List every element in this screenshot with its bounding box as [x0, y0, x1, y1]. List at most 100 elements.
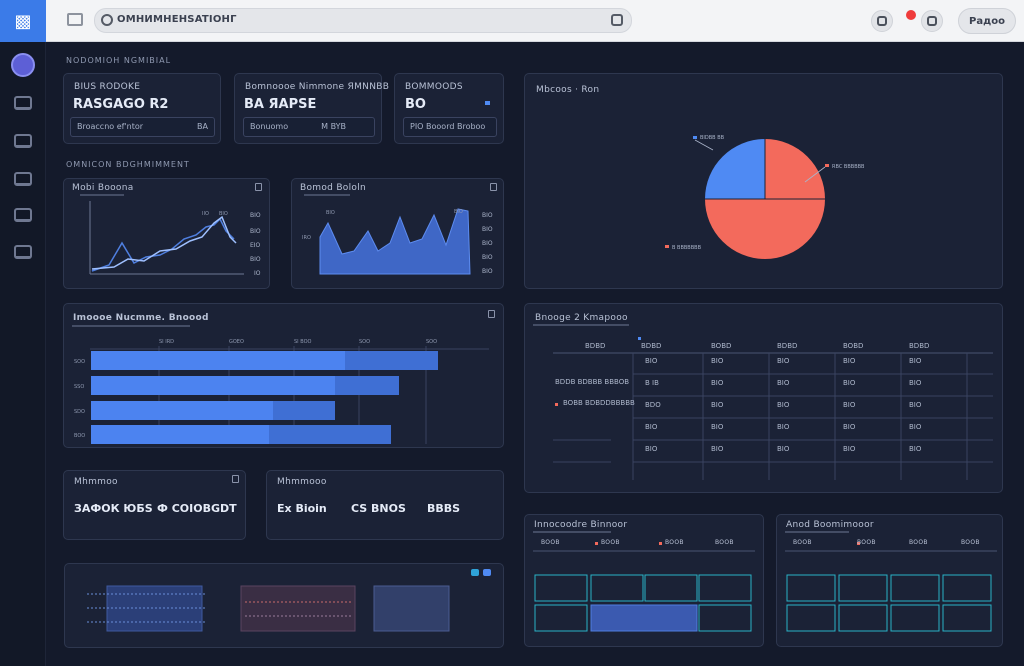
kpi-title: Mhmmoo [74, 477, 118, 487]
row-label: BOO [74, 433, 85, 439]
timeline-control[interactable] [471, 569, 479, 576]
tick-label: BIO [482, 268, 493, 275]
data-label: IIO [202, 211, 209, 217]
kpi-card: Mhmmooo Ex Bioin CS BNOS BBBS [266, 470, 504, 540]
table-cell-box [890, 574, 940, 602]
stat-filter-input[interactable]: Bonuomo M BYB [243, 117, 375, 137]
axis-tick-label: SI IRD [159, 339, 174, 345]
sidebar [0, 42, 46, 666]
pie-chart-card: Mbcoos · Ron BIDBB BB RBC BBBBBB B BBBBB… [524, 73, 1003, 289]
horizontal-bar-card: Imoooe Nucmme. Bnoood SI IRD GOEO SI BOO… [63, 303, 504, 448]
timeline-block [240, 585, 356, 632]
app-logo[interactable]: ▩ [0, 0, 46, 42]
settings-button[interactable] [921, 10, 943, 32]
table-cell: BIO [645, 445, 658, 453]
table-cell-box [838, 604, 888, 632]
kpi-title: Mhmmooo [277, 477, 327, 487]
stat-value: BA ЯAPSE [244, 97, 317, 112]
data-label: BIO [219, 211, 228, 217]
timeline-control[interactable] [483, 569, 491, 576]
mini-table-grid [533, 531, 755, 632]
bar [91, 401, 273, 420]
kpi-value: ЗАФОК ЮБS [74, 502, 153, 515]
stat-card: BOMMOODS BO PIO Booord Broboo [394, 73, 504, 144]
section-header: NODOMIOH NGMIBIAL [66, 56, 172, 65]
help-button[interactable] [871, 10, 893, 32]
table-cell: BIO [909, 401, 922, 409]
table-header: BDBD [909, 342, 930, 350]
stat-value: BO [405, 97, 426, 112]
expand-icon[interactable] [232, 475, 239, 483]
table-cell: BIO [777, 445, 790, 453]
sidebar-item-network-icon[interactable] [14, 245, 32, 259]
table-cell-box [698, 604, 752, 632]
pie-slice [765, 139, 825, 199]
sidebar-item-analytics-icon[interactable] [14, 172, 32, 186]
mini-table-card: Anod Boomimooor BOOB BOOB BOOB BOOB [776, 514, 1003, 647]
user-menu[interactable]: Радоо [958, 8, 1016, 34]
sidebar-item-users-icon[interactable] [14, 208, 32, 222]
table-cell-box [942, 574, 992, 602]
header-marker [659, 542, 662, 545]
legend-label: RBC BBBBBB [832, 164, 865, 170]
area-chart-card: Bomod Bololn BIO BIO BIO BIO BIO BIO BIO… [291, 178, 504, 289]
legend-swatch [693, 136, 697, 139]
table-cell: BIO [843, 357, 856, 365]
sidebar-item-dashboard-icon[interactable] [14, 96, 32, 110]
table-cell: BIO [843, 379, 856, 387]
table-cell-box [534, 574, 588, 602]
line-chart: BIO BIO EIO BIO IO IIO BIO [80, 194, 261, 277]
tick-label: BIO [250, 228, 261, 235]
axis-tick-label: GOEO [229, 339, 244, 345]
axis-tick-label: SOO [359, 339, 370, 345]
stat-title: Bomnoooe Nimmone ЯMNNBB [245, 82, 390, 92]
top-bar: ▩ ОМНИМНЕНSATIОНГ Радоо [0, 0, 1024, 42]
selected-cell[interactable] [590, 604, 698, 632]
tick-label: IO [254, 270, 261, 277]
timeline-panel [64, 563, 504, 648]
table-header: BDBD [641, 342, 662, 350]
table-cell-box [786, 604, 836, 632]
table-cell: BIO [777, 357, 790, 365]
legend-label: B BBBBBBB [672, 245, 702, 251]
search-bar[interactable]: ОМНИМНЕНSATIОНГ [94, 8, 632, 33]
table-cell: BIO [777, 379, 790, 387]
sidebar-item-reports-icon[interactable] [14, 134, 32, 148]
stat-filter-input[interactable]: Broaccno ef'ntor BA [70, 117, 215, 137]
header-marker [638, 337, 641, 340]
table-cell: BIO [909, 357, 922, 365]
search-input[interactable]: ОМНИМНЕНSATIОНГ [117, 14, 237, 25]
mini-table-grid [785, 531, 997, 632]
table-cell: BIO [909, 379, 922, 387]
table-header: BOOB [961, 539, 980, 546]
gear-icon [927, 16, 937, 26]
table-header: BOBD [711, 342, 732, 350]
kpi-value: CS BNOS [351, 502, 406, 515]
timeline-visual [87, 569, 491, 632]
avatar[interactable] [11, 53, 35, 77]
table-cell: BIO [843, 445, 856, 453]
notification-badge [906, 10, 916, 20]
table-cell-box [942, 604, 992, 632]
section-header: OMNICON BDGHMIMMENT [66, 160, 190, 169]
table-header: BOBD [843, 342, 864, 350]
row-label: SSO [74, 384, 84, 390]
table-header: BOOB [541, 539, 560, 546]
table-cell: BIO [843, 423, 856, 431]
data-label: BIO [326, 210, 335, 216]
tick-label: BIO [250, 256, 261, 263]
table-cell: B IB [645, 379, 659, 387]
search-settings-icon[interactable] [611, 14, 623, 26]
menu-icon[interactable] [67, 13, 83, 26]
series-line [91, 217, 235, 272]
table-cell: BIO [777, 423, 790, 431]
bar [91, 376, 335, 395]
table-cell: BIO [909, 423, 922, 431]
table-header: BOOB [857, 539, 876, 546]
mini-table-card: Innocoodre Binnoor BOOB BOOB BOOB BOOB [524, 514, 764, 647]
table-cell-box [838, 574, 888, 602]
stat-filter-input[interactable]: PIO Booord Broboo [403, 117, 497, 137]
stat-title: BOMMOODS [405, 82, 463, 92]
table-header: BOOB [601, 539, 620, 546]
line-chart-card: Mobi Booona BIO BIO EIO BIO IO IIO BIO [63, 178, 270, 289]
